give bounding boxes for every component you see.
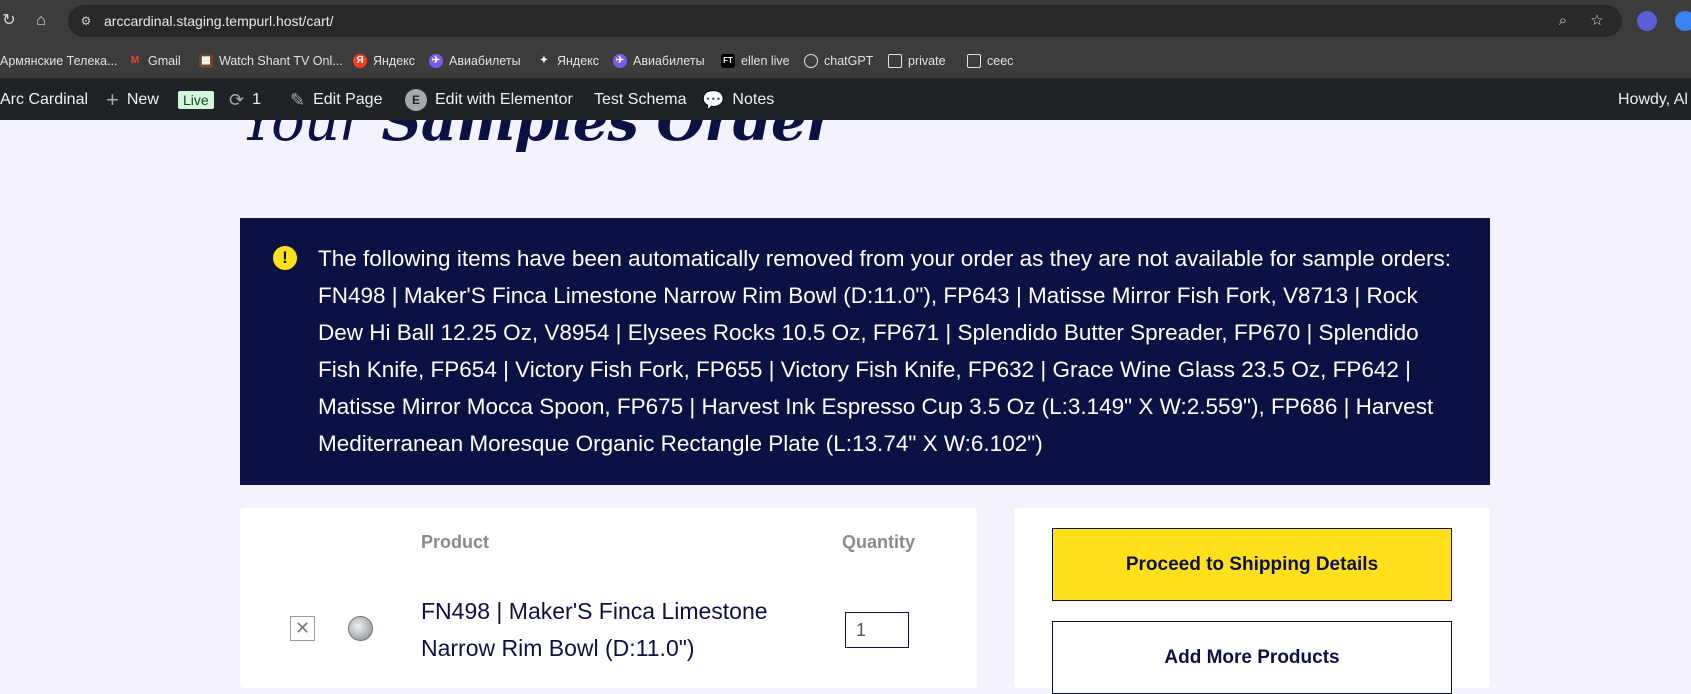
folder-icon (888, 54, 902, 68)
test-schema-link[interactable]: Test Schema (594, 79, 686, 120)
ft-icon: FT (721, 54, 735, 68)
notes-label: Notes (732, 90, 775, 108)
pencil-icon: ✎ (290, 89, 306, 110)
site-name: Arc Cardinal (0, 90, 89, 108)
bookmark-item[interactable]: ceec (967, 51, 1013, 71)
bookmark-label: chatGPT (824, 54, 874, 68)
bookmark-item[interactable]: chatGPT (804, 51, 873, 71)
bookmark-item[interactable]: ✈ Авиабилеты (429, 51, 521, 71)
new-label: New (126, 90, 159, 108)
aviasales-icon: ✈ (613, 54, 627, 68)
bookmark-item[interactable]: FT ellen live (721, 51, 790, 71)
test-schema-label: Test Schema (594, 90, 687, 108)
bookmark-label: Армянские Телека... (0, 54, 118, 68)
browser-toolbar: ↻ ⌂ ⚙ arccardinal.staging.tempurl.host/c… (0, 0, 1691, 42)
edit-elementor-label: Edit with Elementor (435, 90, 573, 108)
quantity-input[interactable] (845, 612, 909, 648)
proceed-to-shipping-button[interactable]: Proceed to Shipping Details (1052, 528, 1452, 601)
bookmark-label: ceec (987, 54, 1014, 68)
updates-icon: ⟳ (229, 89, 245, 110)
bookmark-label: Авиабилеты (449, 54, 521, 68)
bookmark-star-icon[interactable]: ☆ (1588, 12, 1606, 30)
removed-items-notice: ! The following items have been automati… (240, 218, 1490, 485)
quantity-column-header: Quantity (842, 532, 916, 552)
bookmark-label: Watch Shant TV Onl... (219, 54, 343, 68)
bookmark-label: Авиабилеты (633, 54, 705, 68)
notice-text: The following items have been automatica… (318, 246, 1452, 456)
howdy-label: Howdy, Al (1618, 90, 1688, 108)
address-bar[interactable]: ⚙ arccardinal.staging.tempurl.host/cart/… (68, 5, 1622, 37)
bookmark-item[interactable]: private (888, 51, 946, 71)
site-info-icon[interactable]: ⚙ (78, 13, 94, 29)
aviasales-icon: ✈ (429, 54, 443, 68)
chatgpt-icon (804, 54, 818, 68)
remove-item-button[interactable]: ✕ (290, 616, 315, 641)
warning-icon: ! (273, 246, 297, 270)
product-column-header: Product (421, 532, 490, 552)
add-more-products-button[interactable]: Add More Products (1052, 621, 1452, 694)
home-icon[interactable]: ⌂ (32, 12, 50, 30)
zoom-icon[interactable]: ⌕ (1554, 12, 1572, 30)
product-thumbnail[interactable] (348, 616, 373, 641)
plus-icon: + (106, 86, 119, 112)
updates-count: 1 (252, 90, 261, 108)
new-content-menu[interactable]: + New (106, 79, 159, 120)
url-text[interactable]: arccardinal.staging.tempurl.host/cart/ (104, 13, 334, 29)
live-badge[interactable]: Live (178, 79, 214, 120)
wp-admin-bar: Arc Cardinal + New Live ⟳ 1 ✎ Edit Page E Ed… (0, 79, 1691, 120)
cart-table: Product Quantity ✕ FN498 | Maker'S Finca… (240, 508, 977, 688)
site-name-link[interactable]: Arc Cardinal (0, 79, 88, 120)
bookmark-item[interactable]: ✈ Авиабилеты (613, 51, 705, 71)
notes-link[interactable]: 💬 Notes (702, 79, 774, 120)
cart-summary: Proceed to Shipping Details Add More Pro… (1014, 508, 1490, 694)
bookmark-item[interactable]: Армянские Телека... (0, 51, 118, 71)
account-menu[interactable]: Howdy, Al (1618, 79, 1688, 120)
elementor-icon: E (405, 88, 427, 111)
edit-elementor-link[interactable]: E Edit with Elementor (405, 79, 573, 120)
comment-icon: 💬 (702, 89, 725, 110)
product-name-link[interactable]: FN498 | Maker'S Finca Limestone Narrow R… (421, 593, 801, 667)
edit-page-link[interactable]: ✎ Edit Page (290, 79, 382, 120)
gmail-icon: M (130, 55, 140, 66)
bookmark-label: Яндекс (557, 54, 600, 68)
bookmark-label: Gmail (148, 54, 181, 68)
reload-icon[interactable]: ↻ (0, 12, 18, 30)
edit-page-label: Edit Page (313, 90, 383, 108)
bookmark-item[interactable]: M Gmail (128, 51, 181, 71)
bookmark-item[interactable]: ✦ Яндекс (537, 51, 599, 71)
bookmark-label: ellen live (741, 54, 790, 68)
profile-icon[interactable] (1675, 11, 1691, 31)
bookmarks-bar: Армянские Телека... M Gmail ▦ Watch Shant … (0, 42, 1691, 79)
extension-icon[interactable] (1637, 11, 1657, 31)
updates-link[interactable]: ⟳ 1 (229, 79, 261, 120)
tv-icon: ▦ (199, 54, 213, 68)
bookmark-label: private (908, 54, 946, 68)
bookmark-item[interactable]: ▦ Watch Shant TV Onl... (199, 51, 343, 71)
yandex-star-icon: ✦ (539, 55, 549, 66)
bookmark-label: Яндекс (373, 54, 416, 68)
folder-icon (967, 54, 981, 68)
bookmark-item[interactable]: Я Яндекс (353, 51, 415, 71)
yandex-icon: Я (353, 54, 367, 68)
